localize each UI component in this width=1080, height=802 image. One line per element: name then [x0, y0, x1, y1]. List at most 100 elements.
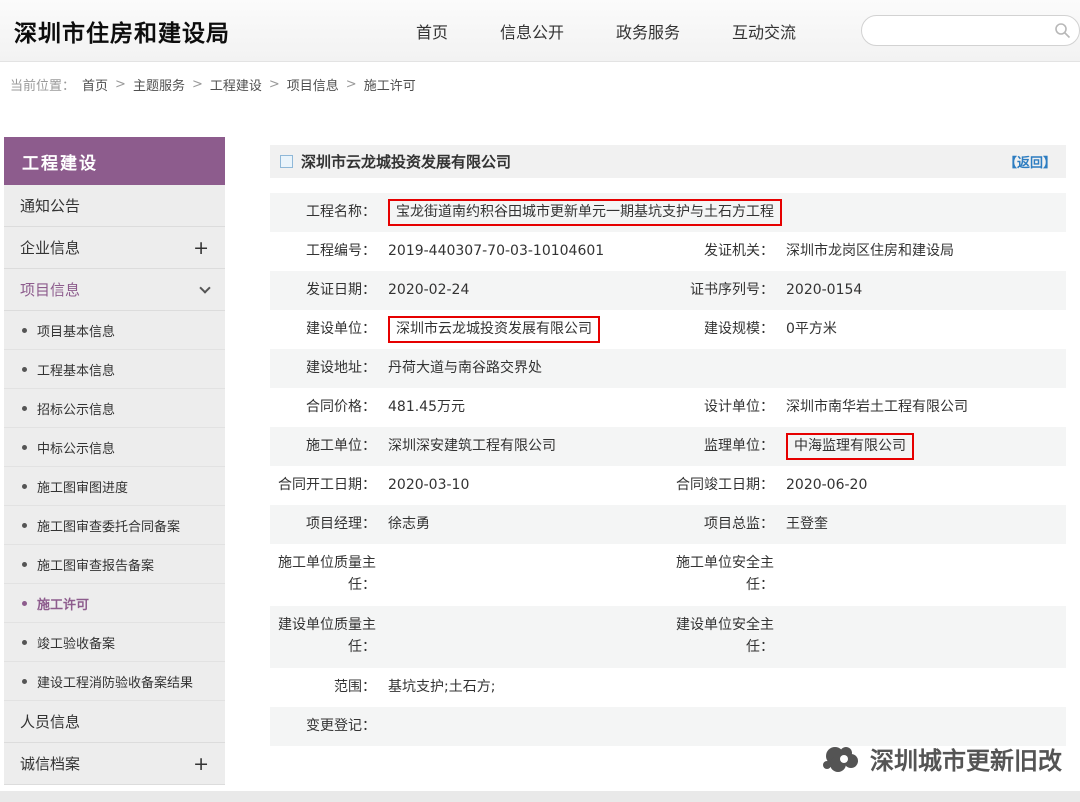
bullet-icon [22, 640, 27, 645]
field-value: 2020-03-10 [382, 475, 668, 497]
row-contractor-quality-safety-chief: 施工单位质量主任： 施工单位安全主任： [270, 544, 1066, 606]
detail-table: 工程名称： 宝龙街道南约积谷田城市更新单元一期基坑支护与土石方工程 工程编号： … [270, 193, 1066, 746]
sidebar-item-label: 通知公告 [20, 195, 80, 216]
sidebar-subitem-label: 施工图审查委托合同备案 [37, 516, 180, 535]
search-icon[interactable] [1054, 22, 1071, 39]
breadcrumb-separator: > [115, 77, 126, 92]
sidebar-subitem-engineering-basic-info[interactable]: 工程基本信息 [4, 350, 225, 389]
sidebar-subitem-fire-acceptance-result[interactable]: 建设工程消防验收备案结果 [4, 662, 225, 701]
breadcrumb: 当前位置： 首页 > 主题服务 > 工程建设 > 项目信息 > 施工许可 [0, 62, 1080, 107]
sidebar-subitem-drawing-review-progress[interactable]: 施工图审图进度 [4, 467, 225, 506]
field-value: 基坑支护;土石方; [382, 677, 1066, 699]
sidebar-subitem-label: 工程基本信息 [37, 360, 115, 379]
sidebar-item-label: 诚信档案 [20, 753, 80, 774]
bullet-icon [22, 328, 27, 333]
document-icon [280, 155, 293, 168]
company-title: 深圳市云龙城投资发展有限公司 [301, 151, 511, 172]
sidebar-subitem-construction-permit[interactable]: 施工许可 [4, 584, 225, 623]
field-value: 2020-02-24 [382, 280, 668, 302]
sidebar-item-integrity-archive[interactable]: 诚信档案 + [4, 743, 225, 785]
row-scope: 范围： 基坑支护;土石方; [270, 668, 1066, 707]
bullet-icon [22, 445, 27, 450]
field-label: 建设规模： [668, 319, 780, 341]
row-change-registration: 变更登记： [270, 707, 1066, 746]
field-value: 宝龙街道南约积谷田城市更新单元一期基坑支护与土石方工程 [382, 199, 1066, 227]
sidebar-subitem-label: 项目基本信息 [37, 321, 115, 340]
sidebar-subitem-bid-announcement[interactable]: 招标公示信息 [4, 389, 225, 428]
nav-gov-services[interactable]: 政务服务 [616, 19, 680, 43]
nav-info-disclosure[interactable]: 信息公开 [500, 19, 564, 43]
bullet-icon [22, 406, 27, 411]
search-input[interactable] [861, 15, 1080, 46]
highlight-box: 深圳市云龙城投资发展有限公司 [388, 316, 600, 344]
field-label: 设计单位： [668, 397, 780, 419]
highlight-box: 中海监理有限公司 [786, 433, 914, 461]
field-value: 481.45万元 [382, 397, 668, 419]
site-logo: 深圳市住房和建设局 [14, 0, 230, 62]
field-label: 发证机关： [668, 241, 780, 263]
sidebar-subitem-drawing-review-report-record[interactable]: 施工图审查报告备案 [4, 545, 225, 584]
field-label: 变更登记： [270, 716, 382, 738]
field-label: 范围： [270, 677, 382, 699]
breadcrumb-separator: > [346, 77, 357, 92]
breadcrumb-theme-services[interactable]: 主题服务 [133, 75, 185, 94]
sidebar-subitem-bid-winning[interactable]: 中标公示信息 [4, 428, 225, 467]
main-nav: 首页 信息公开 政务服务 互动交流 [416, 0, 796, 62]
footer-strip [0, 791, 1080, 802]
field-label: 建设单位质量主任： [270, 615, 382, 658]
sidebar-subitem-label: 建设工程消防验收备案结果 [37, 672, 193, 691]
sidebar-subitem-drawing-review-contract-record[interactable]: 施工图审查委托合同备案 [4, 506, 225, 545]
bullet-icon [22, 562, 27, 567]
field-label: 建设单位： [270, 319, 382, 341]
back-button[interactable]: 【返回】 [1004, 152, 1056, 171]
nav-home[interactable]: 首页 [416, 19, 448, 43]
sidebar-subitem-label: 中标公示信息 [37, 438, 115, 457]
field-label: 建设单位安全主任： [668, 615, 780, 658]
sidebar-subitem-label: 招标公示信息 [37, 399, 115, 418]
sidebar-item-enterprise-info[interactable]: 企业信息 + [4, 227, 225, 269]
bullet-icon [22, 484, 27, 489]
field-value: 2020-0154 [780, 280, 1066, 302]
field-value: 2020-06-20 [780, 475, 1066, 497]
page-content: 工程建设 通知公告 企业信息 + 项目信息 项目基本信息 工程基本信息 招标公示… [0, 137, 1080, 785]
sidebar-item-label: 人员信息 [20, 711, 80, 732]
row-project-name: 工程名称： 宝龙街道南约积谷田城市更新单元一期基坑支护与土石方工程 [270, 193, 1066, 232]
field-label: 项目经理： [270, 514, 382, 536]
breadcrumb-home[interactable]: 首页 [82, 75, 108, 94]
sidebar-header: 工程建设 [4, 137, 225, 185]
breadcrumb-engineering[interactable]: 工程建设 [210, 75, 262, 94]
row-construction-address: 建设地址： 丹荷大道与南谷路交界处 [270, 349, 1066, 388]
breadcrumb-project-info[interactable]: 项目信息 [287, 75, 339, 94]
field-value: 王登奎 [780, 514, 1066, 536]
field-value: 丹荷大道与南谷路交界处 [382, 358, 1066, 380]
field-label: 建设地址： [270, 358, 382, 380]
field-label: 合同开工日期： [270, 475, 382, 497]
sidebar-item-label: 企业信息 [20, 237, 80, 258]
sidebar-item-project-info[interactable]: 项目信息 [4, 269, 225, 311]
field-value: 深圳市龙岗区住房和建设局 [780, 241, 1066, 263]
bullet-icon [22, 679, 27, 684]
field-label: 监理单位： [668, 436, 780, 458]
breadcrumb-prefix: 当前位置： [10, 75, 75, 94]
row-contract-dates: 合同开工日期： 2020-03-10 合同竣工日期： 2020-06-20 [270, 466, 1066, 505]
chevron-down-icon [199, 282, 210, 293]
field-value: 0平方米 [780, 319, 1066, 341]
breadcrumb-separator: > [269, 77, 280, 92]
field-label: 证书序列号： [668, 280, 780, 302]
row-contract-price: 合同价格： 481.45万元 设计单位： 深圳市南华岩土工程有限公司 [270, 388, 1066, 427]
nav-interaction[interactable]: 互动交流 [732, 19, 796, 43]
field-label: 项目总监： [668, 514, 780, 536]
highlight-box: 宝龙街道南约积谷田城市更新单元一期基坑支护与土石方工程 [388, 199, 782, 227]
row-issue-date: 发证日期： 2020-02-24 证书序列号： 2020-0154 [270, 271, 1066, 310]
field-label: 工程名称： [270, 202, 382, 224]
sidebar-subitem-project-basic-info[interactable]: 项目基本信息 [4, 311, 225, 350]
sidebar-item-notices[interactable]: 通知公告 [4, 185, 225, 227]
sidebar-subitem-completion-acceptance[interactable]: 竣工验收备案 [4, 623, 225, 662]
row-project-manager: 项目经理： 徐志勇 项目总监： 王登奎 [270, 505, 1066, 544]
breadcrumb-construction-permit[interactable]: 施工许可 [364, 75, 416, 94]
plus-icon: + [193, 237, 209, 259]
sidebar-subitem-label: 施工许可 [37, 594, 89, 613]
field-value: 深圳市云龙城投资发展有限公司 [382, 316, 668, 344]
sidebar-item-personnel-info[interactable]: 人员信息 [4, 701, 225, 743]
detail-panel: 深圳市云龙城投资发展有限公司 【返回】 工程名称： 宝龙街道南约积谷田城市更新单… [270, 145, 1066, 746]
